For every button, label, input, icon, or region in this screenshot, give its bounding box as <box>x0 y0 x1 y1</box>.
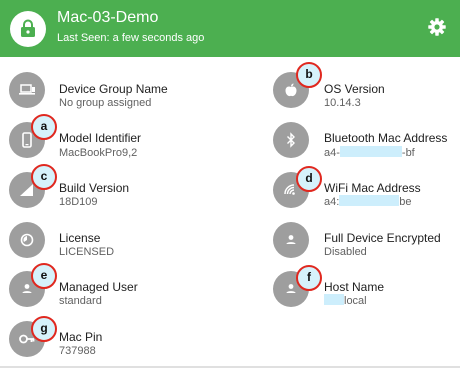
license-label: License <box>59 231 101 245</box>
annotation-marker-b: b <box>296 62 322 88</box>
wifi-address-value: a4: be <box>324 195 412 209</box>
model-identifier-label: Model Identifier <box>59 131 142 145</box>
host-name-end: local <box>344 295 367 307</box>
annotation-marker-e: e <box>31 263 57 289</box>
managed-user-value: standard <box>59 295 102 307</box>
wifi-address-end: be <box>399 196 412 208</box>
lock-badge <box>10 11 46 47</box>
person-icon <box>273 222 309 258</box>
redacted-region <box>339 195 400 206</box>
bluetooth-address-label: Bluetooth Mac Address <box>324 131 448 145</box>
last-seen-text: Last Seen: a few seconds ago <box>57 32 205 44</box>
bluetooth-address-value: a4- -bf <box>324 146 415 160</box>
bluetooth-icon <box>273 122 309 158</box>
managed-user-label: Managed User <box>59 280 138 294</box>
wifi-address-label: WiFi Mac Address <box>324 181 421 195</box>
license-value: LICENSED <box>59 246 115 258</box>
host-name-label: Host Name <box>324 280 385 294</box>
annotation-marker-c: c <box>31 164 57 190</box>
annotation-marker-f: f <box>296 265 322 291</box>
device-group-value: No group assigned <box>59 97 152 109</box>
host-name-value: local <box>324 294 367 308</box>
build-version-label: Build Version <box>59 181 130 195</box>
bluetooth-address-end: -bf <box>401 147 415 159</box>
os-version-label: OS Version <box>324 82 385 96</box>
device-title: Mac-03-Demo <box>57 9 159 26</box>
license-icon <box>9 222 45 258</box>
annotation-marker-a: a <box>31 114 57 140</box>
mac-pin-value: 737988 <box>59 345 96 357</box>
device-header: Mac-03-Demo Last Seen: a few seconds ago <box>0 0 460 57</box>
annotation-marker-g: g <box>31 316 57 342</box>
lock-icon <box>21 19 35 37</box>
device-group-label: Device Group Name <box>59 82 168 96</box>
redacted-region <box>339 146 402 157</box>
redacted-region <box>324 294 344 305</box>
wifi-address-start: a4: <box>324 196 340 208</box>
laptop-icon <box>9 72 45 108</box>
encryption-value: Disabled <box>324 246 367 258</box>
model-identifier-value: MacBookPro9,2 <box>59 147 138 159</box>
build-version-value: 18D109 <box>59 196 98 208</box>
gear-icon[interactable] <box>426 16 448 38</box>
annotation-marker-d: d <box>296 166 322 192</box>
bluetooth-address-start: a4- <box>324 147 340 159</box>
mac-pin-label: Mac Pin <box>59 330 103 344</box>
encryption-label: Full Device Encrypted <box>324 231 441 245</box>
os-version-value: 10.14.3 <box>324 97 361 109</box>
